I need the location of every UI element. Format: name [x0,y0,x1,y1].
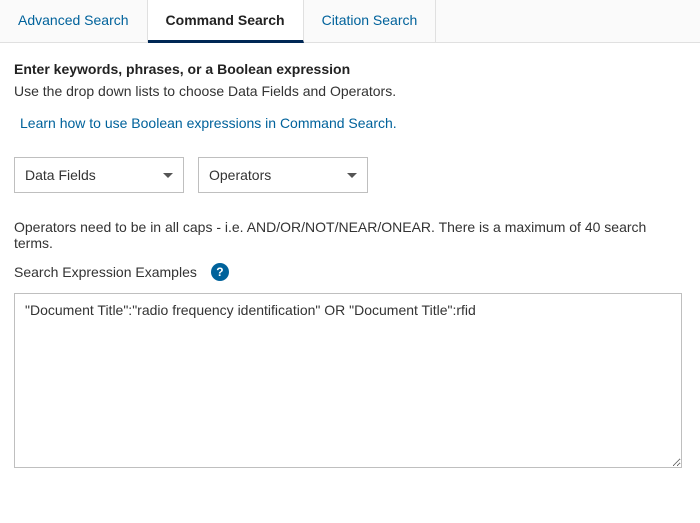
tab-bar: Advanced Search Command Search Citation … [0,0,700,43]
data-fields-dropdown[interactable]: Data Fields [14,157,184,193]
learn-link[interactable]: Learn how to use Boolean expressions in … [20,115,397,131]
examples-row: Search Expression Examples ? [14,263,686,281]
chevron-down-icon [163,173,173,178]
content-area: Enter keywords, phrases, or a Boolean ex… [0,43,700,491]
operators-note: Operators need to be in all caps - i.e. … [14,219,686,251]
page-title: Enter keywords, phrases, or a Boolean ex… [14,61,686,77]
page-subtitle: Use the drop down lists to choose Data F… [14,83,686,99]
chevron-down-icon [347,173,357,178]
tab-advanced-search[interactable]: Advanced Search [0,0,148,42]
help-icon[interactable]: ? [211,263,229,281]
search-expression-input[interactable] [14,293,682,468]
tab-citation-search[interactable]: Citation Search [304,0,437,42]
data-fields-label: Data Fields [25,167,96,183]
operators-dropdown[interactable]: Operators [198,157,368,193]
operators-label: Operators [209,167,271,183]
tab-command-search[interactable]: Command Search [148,0,304,43]
dropdown-row: Data Fields Operators [14,157,686,193]
examples-label: Search Expression Examples [14,264,197,280]
